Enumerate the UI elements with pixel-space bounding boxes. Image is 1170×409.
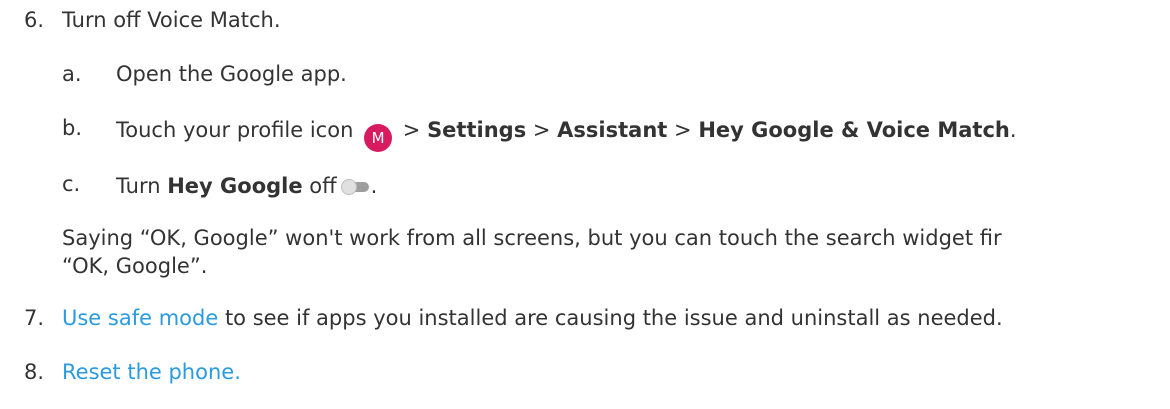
step-7-rest: to see if apps you installed are causing… [218, 306, 1003, 330]
substep-c-suffix: off [309, 174, 337, 198]
note-line-1: Saying “OK, Google” won't work from all … [62, 226, 1002, 250]
separator: > [674, 118, 692, 142]
assistant-label: Assistant [557, 118, 668, 142]
substep-a-label: a. [62, 62, 82, 86]
note-line-2: “OK, Google”. [62, 254, 208, 278]
safe-mode-link[interactable]: Use safe mode [62, 306, 218, 330]
step-number-8: 8. [24, 360, 45, 384]
hey-google-label: Hey Google [167, 174, 303, 198]
substep-b-label: b. [62, 116, 83, 140]
step-6-text: Turn off Voice Match. [62, 8, 281, 32]
voice-match-label: Hey Google & Voice Match [698, 118, 1010, 142]
step-7-text: Use safe mode to see if apps you install… [62, 304, 1003, 332]
profile-avatar-icon: M [364, 124, 393, 152]
separator: > [532, 118, 551, 142]
separator: > [402, 118, 421, 142]
substep-a-text: Open the Google app. [116, 62, 347, 86]
substep-c-text: Turn Hey Google off. [116, 172, 377, 200]
reset-phone-link[interactable]: Reset the phone. [62, 358, 241, 386]
substep-b-prefix: Touch your profile icon [116, 118, 354, 142]
substep-c-label: c. [62, 172, 81, 196]
step-number-6: 6. [24, 8, 45, 32]
step-number-7: 7. [24, 306, 45, 330]
substep-b-text: Touch your profile icon M > Settings > A… [116, 116, 1017, 152]
settings-label: Settings [427, 118, 527, 142]
substep-c-end: . [370, 174, 378, 198]
substep-b-end: . [1009, 118, 1017, 142]
toggle-off-icon [340, 179, 371, 195]
substep-c-prefix: Turn [116, 174, 161, 198]
